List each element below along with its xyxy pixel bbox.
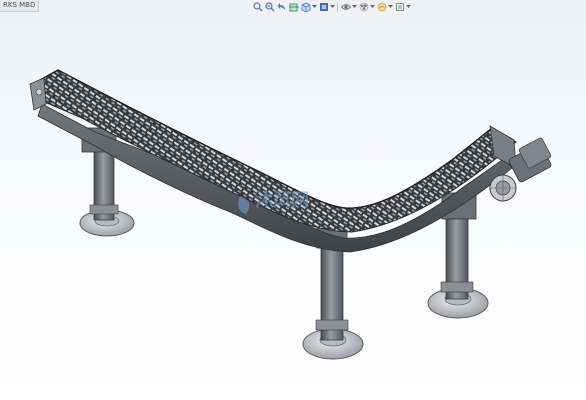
section-view-icon[interactable] (288, 2, 299, 13)
graphics-area[interactable]: 沐风网 (0, 14, 586, 400)
document-tab[interactable]: RKS MBD (0, 0, 40, 12)
chevron-down-icon[interactable] (352, 2, 357, 13)
chevron-down-icon[interactable] (312, 2, 317, 13)
watermark-text: 沐风网 (255, 189, 309, 211)
idler-end-left[interactable] (29, 77, 47, 111)
edit-appearance-icon[interactable] (358, 2, 369, 13)
zoom-to-fit-icon[interactable] (252, 2, 263, 13)
chevron-down-icon[interactable] (330, 2, 335, 13)
view-settings-icon[interactable] (394, 2, 405, 13)
chevron-down-icon[interactable] (388, 2, 393, 13)
heads-up-view-toolbar (252, 1, 411, 13)
chevron-down-icon[interactable] (406, 2, 411, 13)
display-style-icon[interactable] (318, 2, 329, 13)
view-orientation-icon[interactable] (300, 2, 311, 13)
chevron-down-icon[interactable] (370, 2, 375, 13)
conveyor-assembly-model: 沐风网 (29, 69, 552, 360)
zoom-to-area-icon[interactable] (264, 2, 275, 13)
previous-view-icon[interactable] (276, 2, 287, 13)
toolbar-divider (337, 2, 338, 12)
apply-scene-icon[interactable] (376, 2, 387, 13)
hide-show-items-icon[interactable] (340, 2, 351, 13)
